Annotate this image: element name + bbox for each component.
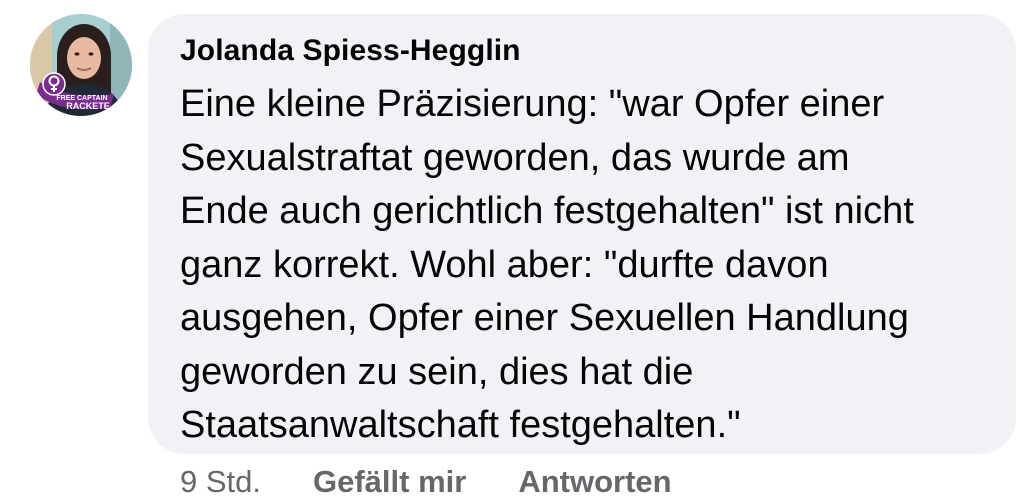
comment-text-line: Eine kleine Präzisierung: "war Opfer ein…: [180, 83, 885, 125]
profile-photo: FREE CAPTAIN RACKETE: [30, 14, 132, 116]
avatar[interactable]: FREE CAPTAIN RACKETE: [30, 14, 132, 116]
comment-text-line: geworden zu sein, dies hat die: [180, 350, 694, 393]
comment: FREE CAPTAIN RACKETE Jolanda Spiess-Hegg…: [0, 0, 1024, 504]
comment-text-line: ausgehen, Opfer einer Sexuellen Handlung: [180, 297, 909, 339]
comment-actions: 9 Std. Gefällt mir Antworten: [180, 462, 724, 502]
comment-text-line: Staatsanwaltschaft festgehalten.": [180, 404, 741, 446]
timestamp[interactable]: 9 Std.: [180, 464, 261, 500]
author-name[interactable]: Jolanda Spiess-Hegglin: [180, 34, 521, 68]
comment-text-line: Sexualstraftat geworden, das wurde am: [180, 136, 850, 179]
comment-bubble: Jolanda Spiess-Hegglin Eine kleine Präzi…: [148, 14, 1016, 454]
comment-text: Eine kleine Präzisierung: "war Opfer ein…: [180, 78, 1000, 453]
comment-text-line: ganz korrekt. Wohl aber: "durfte davon: [180, 243, 829, 286]
like-button[interactable]: Gefällt mir: [313, 464, 466, 500]
reply-button[interactable]: Antworten: [518, 464, 671, 500]
comment-text-line: Ende auch gerichtlich festgehalten" ist …: [180, 190, 914, 232]
badge-line-2: RACKETE: [66, 101, 110, 111]
